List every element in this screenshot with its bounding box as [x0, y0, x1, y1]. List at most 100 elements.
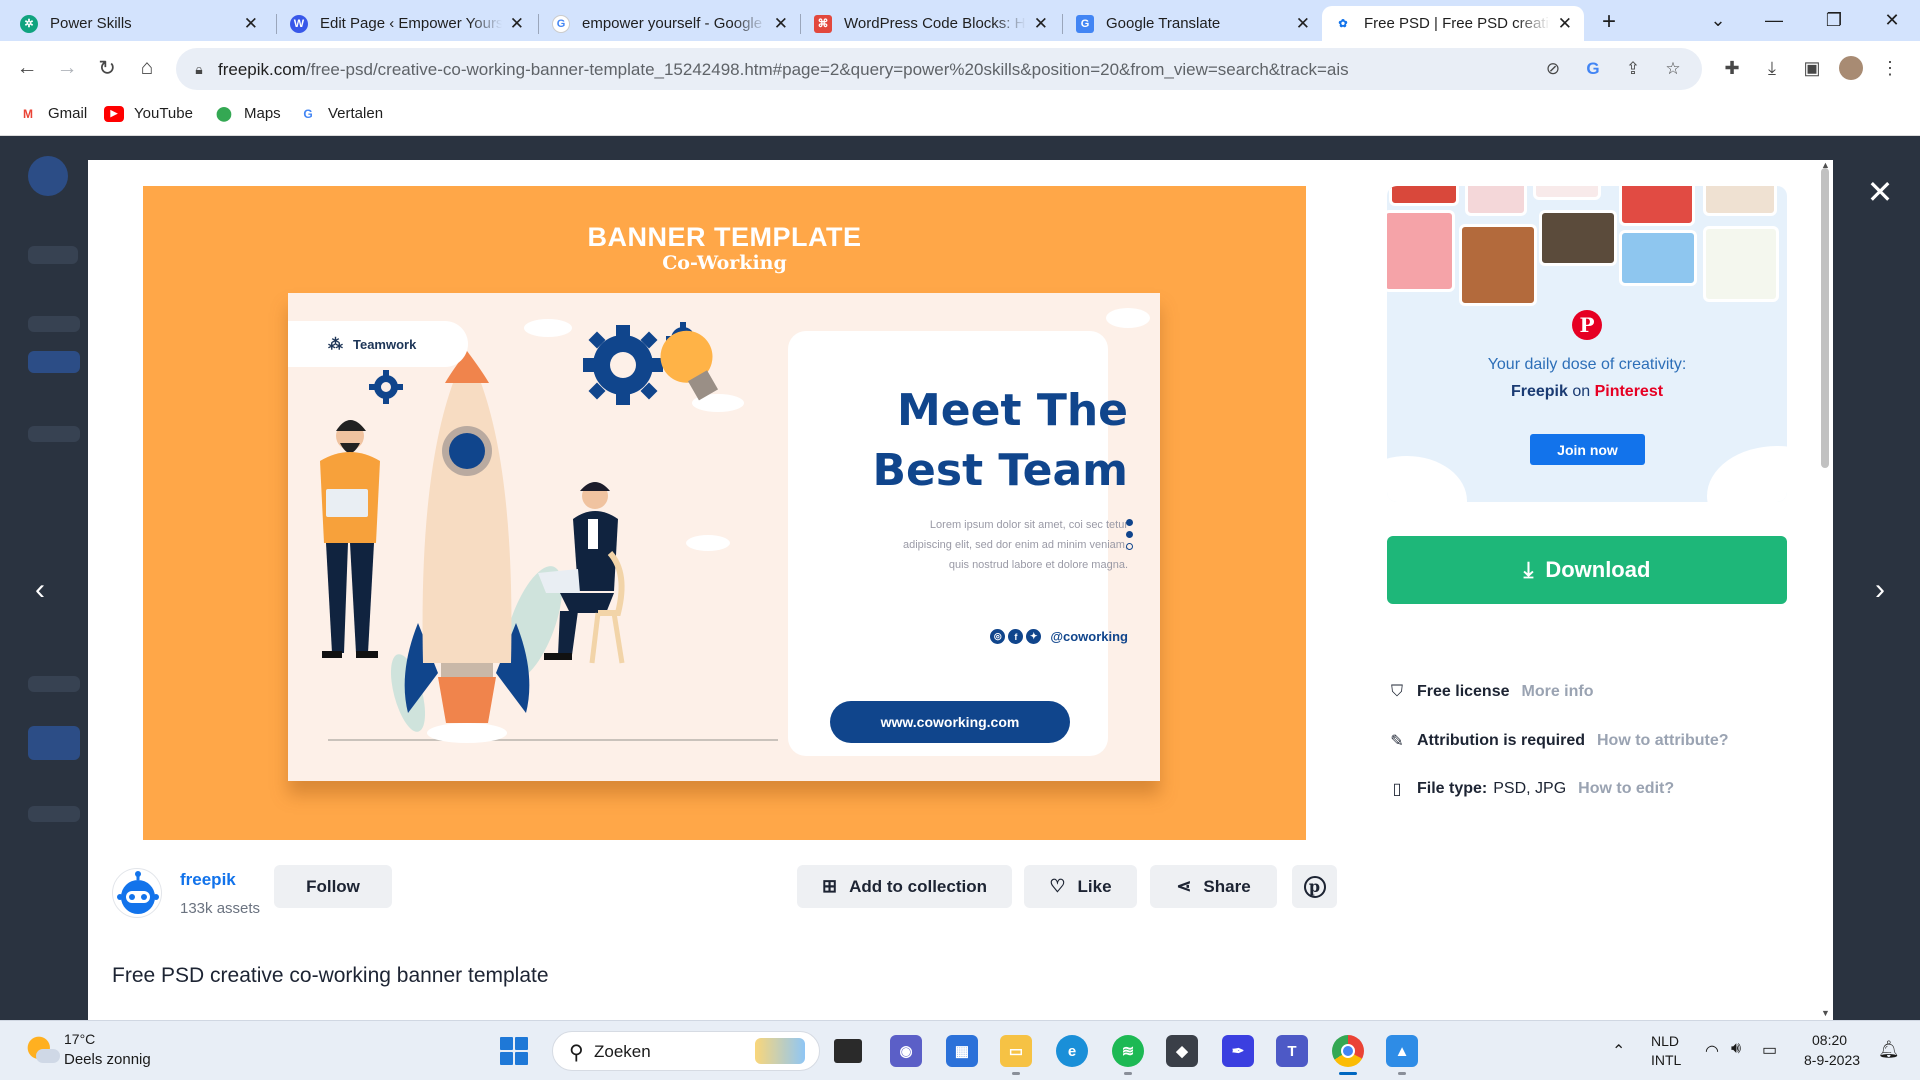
- tab-google-translate[interactable]: G Google Translate ✕: [1064, 6, 1322, 41]
- brand-text: Freepik: [1510, 383, 1568, 400]
- back-icon[interactable]: ←: [12, 53, 42, 83]
- minimize-icon[interactable]: —: [1746, 0, 1802, 40]
- tab-code-blocks[interactable]: ⌘ WordPress Code Blocks: How to ✕: [802, 6, 1060, 41]
- tab-strip: ✲ Power Skills ✕ W Edit Page ‹ Empower Y…: [0, 0, 1920, 41]
- close-icon[interactable]: ✕: [1034, 14, 1048, 34]
- gear-icon: [369, 370, 403, 404]
- author-avatar[interactable]: [112, 868, 162, 918]
- more-info-link[interactable]: More info: [1522, 683, 1594, 701]
- weather-icon[interactable]: [26, 1035, 60, 1067]
- home-icon[interactable]: ⌂: [132, 53, 162, 83]
- filetype-value: PSD, JPG: [1493, 780, 1567, 797]
- bookmark-star-icon[interactable]: ☆: [1662, 58, 1684, 80]
- follow-button[interactable]: Follow: [274, 865, 392, 908]
- wordpress-icon: W: [290, 14, 308, 33]
- store-icon[interactable]: ▦: [946, 1035, 978, 1067]
- search-icon: ⚲: [569, 1042, 584, 1064]
- download-icon[interactable]: ⤓: [1759, 55, 1785, 81]
- chevron-up-icon[interactable]: ⌃: [1612, 1041, 1625, 1061]
- clock-time[interactable]: 08:20: [1812, 1032, 1847, 1048]
- teams-icon[interactable]: T: [1276, 1035, 1308, 1067]
- google-lens-icon[interactable]: G: [1582, 58, 1604, 80]
- next-arrow-icon[interactable]: ›: [1860, 570, 1900, 610]
- cookie-blocked-icon[interactable]: ⊘: [1542, 58, 1564, 80]
- license-row: ⛉ Free license More info: [1387, 683, 1594, 701]
- profile-avatar[interactable]: [1839, 56, 1863, 80]
- modal-scrollbar[interactable]: [1821, 168, 1829, 468]
- spotify-icon[interactable]: ≋: [1112, 1035, 1144, 1075]
- person-standing-illustration: [320, 420, 380, 658]
- license-label: Free license: [1417, 683, 1510, 700]
- like-button[interactable]: ♡ Like: [1024, 865, 1137, 908]
- tab-title: Power Skills: [50, 15, 132, 32]
- file-explorer-icon[interactable]: ▭: [1000, 1035, 1032, 1075]
- app-pen-icon[interactable]: ✒: [1222, 1035, 1254, 1067]
- bookmarks-bar: M Gmail ▶ YouTube ⬤ Maps G Vertalen: [0, 98, 1920, 136]
- edge-icon[interactable]: e: [1056, 1035, 1088, 1067]
- battery-icon[interactable]: ▭: [1762, 1040, 1777, 1060]
- windows-start-icon[interactable]: [500, 1037, 528, 1065]
- weather-description[interactable]: Deels zonnig: [64, 1051, 151, 1068]
- tab-power-skills[interactable]: ✲ Power Skills ✕: [8, 6, 270, 41]
- extensions-icon[interactable]: ✚: [1719, 55, 1745, 81]
- bookmark-youtube[interactable]: ▶ YouTube: [104, 105, 193, 122]
- bookmark-maps[interactable]: ⬤ Maps: [214, 105, 281, 122]
- side-panel-icon[interactable]: ▣: [1799, 55, 1825, 81]
- resource-preview-image[interactable]: BANNER TEMPLATE Co-Working ⁂ Teamwork ww…: [143, 186, 1306, 840]
- forward-icon[interactable]: →: [52, 53, 82, 83]
- address-bar[interactable]: 🔒︎ freepik.com/free-psd/creative-co-work…: [176, 48, 1702, 90]
- task-view-icon[interactable]: [834, 1039, 862, 1063]
- reload-icon[interactable]: ↻: [92, 53, 122, 83]
- close-icon[interactable]: ✕: [244, 14, 258, 34]
- url-text[interactable]: freepik.com/free-psd/creative-co-working…: [218, 60, 1349, 80]
- download-button[interactable]: ⤓ Download: [1387, 536, 1787, 604]
- shield-check-icon: ⛉: [1390, 683, 1403, 700]
- maps-icon: ⬤: [216, 105, 232, 121]
- menu-kebab-icon[interactable]: ⋮: [1877, 55, 1903, 81]
- network-text: Pinterest: [1594, 383, 1664, 400]
- app-cube-icon[interactable]: ◆: [1166, 1035, 1198, 1067]
- teams-chat-icon[interactable]: ◉: [890, 1035, 922, 1067]
- temperature[interactable]: 17°C: [64, 1031, 95, 1047]
- share-page-icon[interactable]: ⇪: [1622, 58, 1644, 80]
- how-to-attribute-link[interactable]: How to attribute?: [1597, 732, 1729, 750]
- close-icon[interactable]: ✕: [1558, 14, 1572, 34]
- bookmark-label: Gmail: [48, 105, 88, 122]
- keyboard-layout[interactable]: INTL: [1651, 1052, 1681, 1068]
- photos-icon[interactable]: ▲: [1386, 1035, 1418, 1075]
- close-modal-icon[interactable]: ✕: [1860, 172, 1900, 212]
- scroll-down-icon[interactable]: ▼: [1821, 1008, 1830, 1018]
- bookmark-gmail[interactable]: M Gmail: [18, 105, 87, 122]
- pinterest-brand-line: Freepik on Pinterest: [1387, 383, 1787, 401]
- share-icon: ⋖: [1176, 876, 1192, 896]
- pinterest-save-button[interactable]: p: [1292, 865, 1337, 908]
- close-icon[interactable]: ✕: [510, 14, 524, 34]
- share-button[interactable]: ⋖ Share: [1150, 865, 1277, 908]
- author-name-link[interactable]: freepik: [180, 870, 236, 890]
- lock-icon[interactable]: 🔒︎: [188, 58, 210, 80]
- tab-title: Free PSD | Free PSD creative co-working: [1364, 15, 1550, 32]
- join-now-button[interactable]: Join now: [1530, 434, 1645, 465]
- translate-icon: G: [1076, 14, 1094, 33]
- new-tab-button[interactable]: +: [1594, 7, 1624, 37]
- previous-arrow-icon[interactable]: ‹: [20, 570, 60, 610]
- tab-search-icon[interactable]: ⌄: [1690, 0, 1746, 40]
- how-to-edit-link[interactable]: How to edit?: [1578, 780, 1674, 798]
- bookmark-vertalen[interactable]: G Vertalen: [298, 105, 383, 122]
- wifi-icon[interactable]: ◠: [1705, 1041, 1719, 1061]
- clock-date[interactable]: 8-9-2023: [1804, 1052, 1860, 1068]
- restore-icon[interactable]: ❐: [1806, 0, 1862, 40]
- notification-bell-icon[interactable]: 🔔︎: [1878, 1040, 1900, 1060]
- add-to-collection-button[interactable]: ⊞ Add to collection: [797, 865, 1012, 908]
- tab-edit-page[interactable]: W Edit Page ‹ Empower Yourself ✕: [278, 6, 536, 41]
- language-code[interactable]: NLD: [1651, 1033, 1679, 1049]
- window-close-icon[interactable]: ✕: [1864, 0, 1920, 40]
- close-icon[interactable]: ✕: [774, 14, 788, 34]
- tab-title: WordPress Code Blocks: How to: [844, 15, 1026, 32]
- tab-google-search[interactable]: G empower yourself - Google Search ✕: [540, 6, 800, 41]
- chrome-icon[interactable]: [1332, 1035, 1364, 1075]
- tab-freepik[interactable]: ✿ Free PSD | Free PSD creative co-workin…: [1322, 6, 1584, 41]
- volume-icon[interactable]: 🔊︎: [1731, 1040, 1741, 1058]
- taskbar-search[interactable]: ⚲: [552, 1031, 820, 1071]
- close-icon[interactable]: ✕: [1296, 14, 1310, 34]
